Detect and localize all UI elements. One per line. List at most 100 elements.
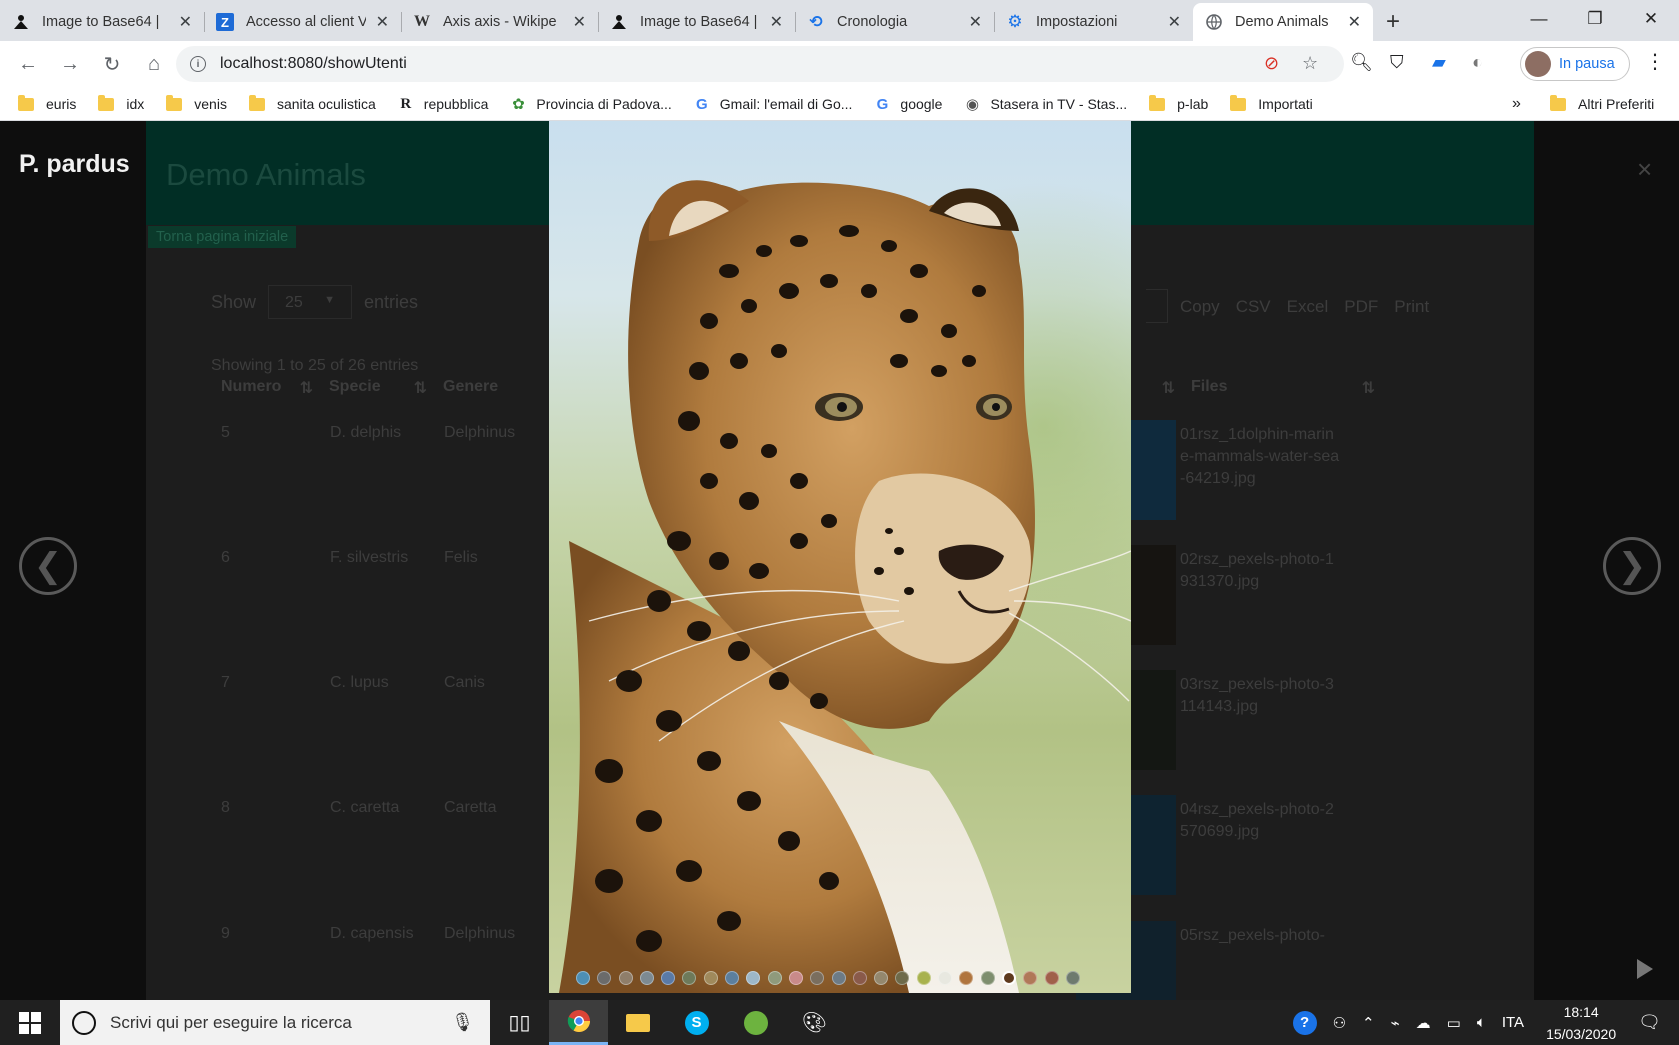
start-button[interactable] bbox=[0, 1000, 60, 1045]
tab-image-to-base64[interactable]: Image to Base64 | ✕ bbox=[0, 3, 204, 41]
lightbox-thumbnail[interactable] bbox=[938, 971, 953, 985]
reload-button[interactable]: ↻ bbox=[94, 47, 130, 83]
people-icon[interactable]: ⚇ bbox=[1333, 1014, 1346, 1032]
address-bar[interactable]: i localhost:8080/showUtenti ⊘ ☆ bbox=[176, 46, 1344, 82]
column-header-files[interactable]: Files ⇅ bbox=[1181, 369, 1381, 405]
onedrive-cloud-icon[interactable]: ☁ bbox=[1416, 1014, 1431, 1032]
forward-button[interactable]: → bbox=[52, 47, 88, 83]
minimize-icon[interactable]: — bbox=[1511, 0, 1567, 38]
excel-button[interactable]: Excel bbox=[1287, 297, 1329, 317]
lightbox-thumbnail[interactable] bbox=[1023, 971, 1038, 985]
close-window-icon[interactable]: ✕ bbox=[1623, 0, 1679, 38]
leaf-app-icon[interactable] bbox=[726, 1000, 785, 1045]
column-header-specie[interactable]: Specie ⇅ bbox=[319, 369, 433, 405]
site-info-icon[interactable]: i bbox=[190, 56, 206, 72]
network-icon[interactable]: ⌁ bbox=[1391, 1014, 1400, 1032]
help-icon[interactable]: ? bbox=[1292, 1010, 1317, 1035]
lightbox-thumbnail[interactable] bbox=[682, 971, 697, 985]
new-tab-button[interactable]: + bbox=[1373, 3, 1413, 41]
chrome-taskbar-icon[interactable] bbox=[549, 1000, 608, 1045]
lightbox-thumbnail[interactable] bbox=[788, 971, 803, 985]
pdf-button[interactable]: PDF bbox=[1344, 297, 1378, 317]
lightbox-thumbnail[interactable] bbox=[874, 971, 889, 985]
lightbox-thumbnail[interactable] bbox=[746, 971, 761, 985]
copy-button[interactable]: Copy bbox=[1180, 297, 1220, 317]
lightbox-prev-button[interactable]: ❮ bbox=[19, 537, 77, 595]
skype-icon[interactable]: S bbox=[667, 1000, 726, 1045]
lightbox-thumbnail[interactable] bbox=[618, 971, 633, 985]
lightbox-thumbnail[interactable] bbox=[661, 971, 676, 985]
tab-demo-animals[interactable]: Demo Animals ✕ bbox=[1193, 3, 1373, 41]
bookmark-p-lab[interactable]: p-lab bbox=[1149, 94, 1208, 112]
bookmark-idx[interactable]: idx bbox=[98, 94, 144, 112]
lightbox-thumbnail[interactable] bbox=[1044, 971, 1059, 985]
lightbox-thumbnail[interactable] bbox=[597, 971, 612, 985]
close-tab-icon[interactable]: ✕ bbox=[770, 12, 783, 32]
url-text[interactable]: localhost:8080/showUtenti bbox=[220, 55, 407, 73]
close-tab-icon[interactable]: ✕ bbox=[969, 12, 982, 32]
battery-icon[interactable]: ▭ bbox=[1447, 1014, 1461, 1032]
task-view-button[interactable]: ▯▯ bbox=[490, 1000, 549, 1045]
taskbar-search[interactable]: Scrivi qui per eseguire la ricerca 🎙︎ bbox=[60, 1000, 490, 1045]
lightbox-thumbnail[interactable] bbox=[1065, 971, 1080, 985]
bookmarks-overflow-button[interactable]: » bbox=[1512, 95, 1521, 113]
restore-icon[interactable]: ❐ bbox=[1567, 0, 1623, 38]
lightbox-thumbnail[interactable] bbox=[639, 971, 654, 985]
lightbox-next-button[interactable]: ❯ bbox=[1603, 537, 1661, 595]
lightbox-thumbnail[interactable] bbox=[980, 971, 995, 985]
column-header-genere[interactable]: Genere bbox=[433, 369, 553, 405]
lightbox-thumbnail[interactable] bbox=[576, 971, 590, 985]
clock[interactable]: 18:14 15/03/2020 bbox=[1546, 1001, 1616, 1045]
print-button[interactable]: Print bbox=[1394, 297, 1429, 317]
microphone-icon[interactable]: 🎙︎ bbox=[451, 1012, 474, 1033]
chevron-up-icon[interactable]: ⌃ bbox=[1362, 1014, 1375, 1032]
lightbox-thumbnail[interactable] bbox=[916, 971, 931, 985]
entries-select[interactable]: 25 ▼ bbox=[268, 285, 353, 319]
lightbox-thumbnail[interactable] bbox=[767, 971, 782, 985]
lightbox-thumbnail[interactable] bbox=[831, 971, 846, 985]
bookmark-stasera-tv[interactable]: ◉ Stasera in TV - Stas... bbox=[964, 95, 1127, 113]
lightbox-close-icon[interactable]: × bbox=[1637, 154, 1652, 185]
volume-icon[interactable]: 🔈︎ bbox=[1477, 1014, 1486, 1031]
bookmark-provincia[interactable]: ✿ Provincia di Padova... bbox=[510, 95, 672, 113]
lightbox-thumbnail[interactable] bbox=[810, 971, 825, 985]
search-extension-icon[interactable]: 🔍︎ bbox=[1350, 52, 1373, 73]
lightbox-thumbnail[interactable] bbox=[725, 971, 740, 985]
bookmark-google[interactable]: Ggoogle bbox=[874, 96, 943, 113]
bookmark-gmail[interactable]: G Gmail: l'email di Go... bbox=[694, 96, 852, 113]
tab-axis-wikipedia[interactable]: W Axis axis - Wikipe ✕ bbox=[401, 3, 598, 41]
slideshow-play-icon[interactable] bbox=[1637, 959, 1653, 979]
bookmark-importati[interactable]: Importati bbox=[1230, 94, 1313, 112]
close-tab-icon[interactable]: ✕ bbox=[1168, 12, 1181, 32]
home-button[interactable]: ⌂ bbox=[136, 47, 172, 83]
bookmark-venis[interactable]: venis bbox=[166, 94, 227, 112]
paint-app-icon[interactable]: 🎨︎ bbox=[785, 1000, 844, 1045]
csv-button[interactable]: CSV bbox=[1236, 297, 1271, 317]
bookmark-repubblica[interactable]: Rrepubblica bbox=[398, 96, 488, 113]
cast-extension-icon[interactable]: ▰ bbox=[1432, 52, 1446, 73]
lightbox-thumbnail[interactable] bbox=[852, 971, 867, 985]
translate-blocked-icon[interactable]: ⊘ bbox=[1264, 53, 1279, 74]
file-explorer-icon[interactable] bbox=[608, 1000, 667, 1045]
notifications-icon[interactable]: 🗨︎ bbox=[1638, 1012, 1661, 1033]
bookmark-altri-preferiti[interactable]: Altri Preferiti bbox=[1550, 94, 1654, 112]
language-indicator[interactable]: ITA bbox=[1502, 1014, 1524, 1031]
lightbox-thumbnail[interactable] bbox=[959, 971, 974, 985]
lightbox-thumbnail[interactable] bbox=[703, 971, 718, 985]
profile-button[interactable]: In pausa bbox=[1520, 47, 1630, 81]
tab-accesso-client[interactable]: Z Accesso al client V ✕ bbox=[204, 3, 401, 41]
tab-cronologia[interactable]: ⟲ Cronologia ✕ bbox=[795, 3, 994, 41]
bookmark-star-icon[interactable]: ☆ bbox=[1302, 53, 1318, 74]
bookmark-euris[interactable]: euris bbox=[18, 94, 76, 112]
column-header-numero[interactable]: Numero ⇅ bbox=[211, 369, 319, 405]
lightbox-thumbnail[interactable] bbox=[895, 971, 910, 985]
close-tab-icon[interactable]: ✕ bbox=[573, 12, 586, 32]
shield-extension-icon[interactable]: ⛉ bbox=[1390, 52, 1404, 73]
close-tab-icon[interactable]: ✕ bbox=[1348, 12, 1361, 32]
tab-impostazioni[interactable]: ⚙ Impostazioni ✕ bbox=[994, 3, 1193, 41]
search-input[interactable] bbox=[1146, 289, 1168, 323]
close-tab-icon[interactable]: ✕ bbox=[376, 12, 389, 32]
bookmark-sanita[interactable]: sanita oculistica bbox=[248, 94, 376, 112]
home-page-button[interactable]: Torna pagina iniziale bbox=[148, 226, 297, 248]
tab-image-to-base64-2[interactable]: Image to Base64 | ✕ bbox=[598, 3, 795, 41]
